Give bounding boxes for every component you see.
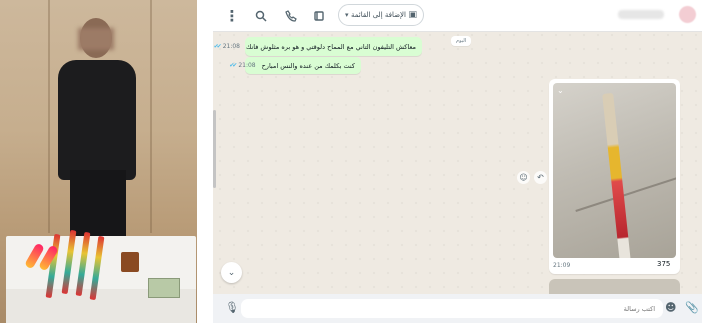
read-ticks-icon: ✔✔ xyxy=(213,43,222,50)
read-ticks-icon: ✔✔ xyxy=(229,62,237,69)
message-text: كنت بكلمك من عنده والنس امبارح xyxy=(261,61,355,70)
media-message[interactable]: ⌄ 21:09 375 xyxy=(549,79,680,274)
scroll-down-button[interactable]: ⌄ xyxy=(221,262,242,283)
menu-icon[interactable]: ⋮ xyxy=(225,7,240,25)
sticker-icon[interactable]: ☻ xyxy=(665,301,676,314)
mic-icon[interactable]: 🎙 xyxy=(225,301,239,314)
cash-item xyxy=(148,278,180,298)
forward-icon[interactable]: ↶ xyxy=(534,171,547,184)
emoji-react-icon[interactable]: ☺ xyxy=(517,171,530,184)
message-bubble[interactable]: معاكش التليفون التاني مع المماح دلوقتي و… xyxy=(214,37,422,56)
message-text: معاكش التليفون التاني مع المماح دلوقتي و… xyxy=(245,42,416,51)
message-time: 21:08 xyxy=(238,62,256,69)
chevron-down-icon: ▾ xyxy=(345,11,349,19)
date-chip: اليوم xyxy=(451,36,472,46)
contact-name[interactable] xyxy=(618,10,664,19)
add-to-list-button[interactable]: ▾ الإضافة إلى القائمة ▣ xyxy=(338,4,424,26)
video-icon[interactable] xyxy=(311,8,327,24)
person-body xyxy=(58,60,136,180)
call-icon[interactable] xyxy=(283,8,299,24)
evidence-photo xyxy=(0,0,197,323)
media-image[interactable]: ⌄ xyxy=(553,83,676,258)
message-meta: ✔✔ 21:08 xyxy=(229,62,255,69)
message-input[interactable] xyxy=(241,299,663,318)
chat-header: ⋮ ▾ الإضافة إلى القائمة ▣ xyxy=(213,0,702,32)
composer-bar: 🎙 ☻ 📎 xyxy=(213,294,702,323)
floor-seam xyxy=(575,176,676,212)
media-time: 21:09 xyxy=(553,262,571,269)
media-count: 375 xyxy=(657,260,671,268)
message-time: 21:08 xyxy=(222,43,240,50)
chevron-down-icon[interactable]: ⌄ xyxy=(557,86,564,95)
add-to-list-label: الإضافة إلى القائمة xyxy=(351,11,406,19)
wall-panel-line xyxy=(48,0,50,233)
phone-item xyxy=(121,252,139,272)
attach-icon[interactable]: 📎 xyxy=(685,301,699,314)
chat-window: ⋮ ▾ الإضافة إلى القائمة ▣ اليوم معاكش ال… xyxy=(213,0,702,323)
wall-panel-line xyxy=(150,0,152,233)
list-icon: ▣ xyxy=(408,10,417,20)
message-meta: ✔✔ 21:08 xyxy=(214,43,240,50)
avatar[interactable] xyxy=(679,6,696,23)
face-blur xyxy=(78,28,114,50)
scrollbar[interactable] xyxy=(213,110,216,188)
message-bubble[interactable]: كنت بكلمك من عنده والنس امبارح ✔✔ 21:08 xyxy=(229,57,361,74)
search-icon[interactable] xyxy=(253,8,269,24)
firework-stick xyxy=(602,92,631,258)
